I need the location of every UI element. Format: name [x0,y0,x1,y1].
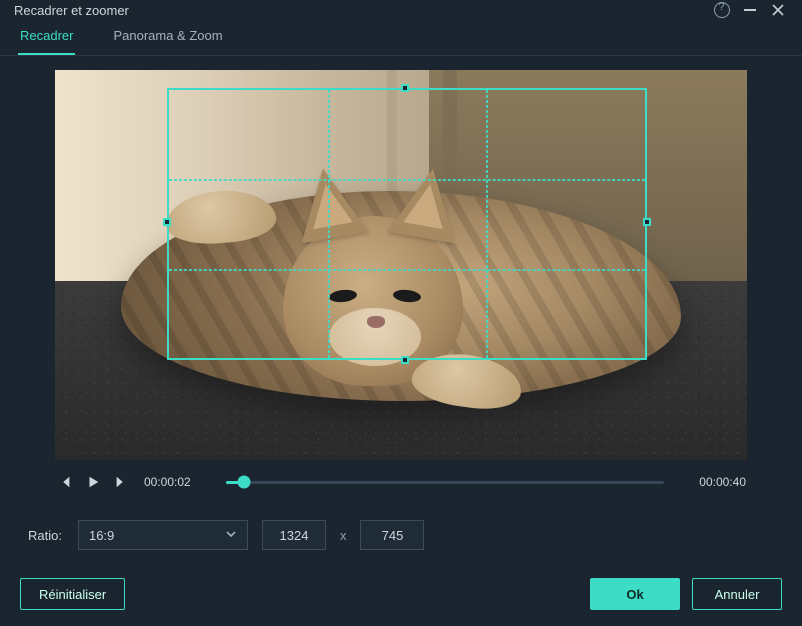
width-value: 1324 [280,528,309,543]
height-value: 745 [382,528,404,543]
tab-panzoom-label: Panorama & Zoom [113,28,222,43]
tab-crop[interactable]: Recadrer [18,22,75,55]
crop-handle-bottom[interactable] [401,356,409,364]
tab-crop-label: Recadrer [20,28,73,43]
ratio-label: Ratio: [28,528,62,543]
crop-handle-right[interactable] [643,218,651,226]
crop-handle-left[interactable] [163,218,171,226]
dimension-separator: x [340,528,347,543]
titlebar: Recadrer et zoomer [0,0,802,20]
close-icon[interactable] [768,0,788,20]
time-current: 00:00:02 [144,475,212,489]
crop-handle-bl[interactable] [167,346,181,360]
playback-bar: 00:00:02 00:00:40 [14,460,788,502]
crop-handle-br[interactable] [633,346,647,360]
ok-button-label: Ok [626,587,643,602]
width-input[interactable]: 1324 [262,520,326,550]
time-total: 00:00:40 [678,475,746,489]
crop-handle-tr[interactable] [633,88,647,102]
window-title: Recadrer et zoomer [14,3,129,18]
next-frame-icon[interactable] [112,473,130,491]
crop-handle-top[interactable] [401,84,409,92]
play-icon[interactable] [84,473,102,491]
tab-panzoom[interactable]: Panorama & Zoom [111,22,224,55]
cancel-button[interactable]: Annuler [692,578,782,610]
prev-frame-icon[interactable] [56,473,74,491]
crop-grid-line [486,90,488,358]
ratio-bar: Ratio: 16:9 1324 x 745 [0,506,802,564]
footer: Réinitialiser Ok Annuler [0,568,802,626]
crop-frame[interactable] [167,88,647,360]
seek-thumb[interactable] [237,476,250,489]
crop-grid-line [169,269,645,271]
crop-grid-line [328,90,330,358]
ratio-select[interactable]: 16:9 [78,520,248,550]
ok-button[interactable]: Ok [590,578,680,610]
cancel-button-label: Annuler [715,587,760,602]
help-icon[interactable] [712,0,732,20]
seek-slider[interactable] [226,472,664,492]
tabs: Recadrer Panorama & Zoom [0,20,802,56]
crop-grid-line [169,179,645,181]
reset-button[interactable]: Réinitialiser [20,578,125,610]
main: 00:00:02 00:00:40 [0,56,802,502]
crop-handle-tl[interactable] [167,88,181,102]
reset-button-label: Réinitialiser [39,587,106,602]
chevron-down-icon [225,528,237,543]
height-input[interactable]: 745 [360,520,424,550]
video-preview[interactable] [55,70,747,460]
minimize-icon[interactable] [740,0,760,20]
ratio-select-value: 16:9 [89,528,114,543]
